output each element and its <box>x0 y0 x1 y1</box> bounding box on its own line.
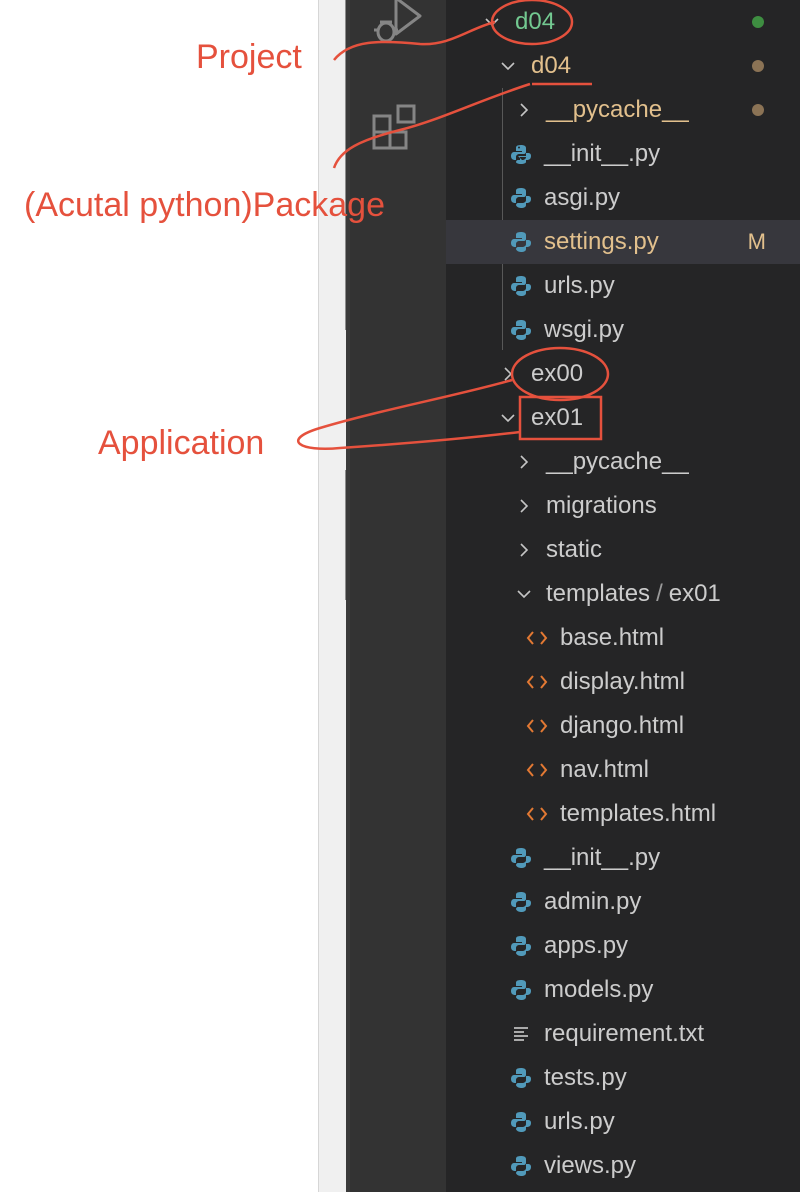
activity-bar <box>346 0 446 1192</box>
folder-label: migrations <box>546 492 657 519</box>
folder-label: d04 <box>531 52 572 79</box>
python-icon <box>508 968 534 1012</box>
tree-folder[interactable]: static <box>446 528 800 572</box>
chevron-right-icon[interactable] <box>512 88 536 132</box>
run-debug-icon[interactable] <box>368 0 424 50</box>
chevron-right-icon[interactable] <box>496 352 520 396</box>
file-label: requirement.txt <box>544 1020 705 1047</box>
git-status-dot <box>752 104 764 116</box>
tree-file[interactable]: base.html <box>446 616 800 660</box>
chevron-down-icon[interactable] <box>512 572 536 616</box>
tree-file[interactable]: wsgi.py <box>446 308 800 352</box>
python-icon <box>508 220 534 264</box>
python-icon <box>508 176 534 220</box>
python-icon <box>508 1100 534 1144</box>
tree-folder-ex01[interactable]: ex01 <box>446 396 800 440</box>
file-label: urls.py <box>544 1108 615 1135</box>
tree-file[interactable]: display.html <box>446 660 800 704</box>
file-label: tests.py <box>544 1064 627 1091</box>
python-icon <box>508 308 534 352</box>
tree-file[interactable]: templates.html <box>446 792 800 836</box>
chevron-right-icon[interactable] <box>512 484 536 528</box>
tree-file[interactable]: apps.py <box>446 924 800 968</box>
editor-gutter <box>318 0 348 1192</box>
chevron-right-icon[interactable] <box>512 440 536 484</box>
python-icon <box>508 132 534 176</box>
tree-file[interactable]: views.py <box>446 1144 800 1188</box>
tree-folder-project[interactable]: d04 <box>446 0 800 44</box>
text-file-icon <box>508 1012 534 1056</box>
tree-file[interactable]: nav.html <box>446 748 800 792</box>
annotation-canvas <box>0 0 318 1192</box>
chevron-down-icon[interactable] <box>496 44 520 88</box>
python-icon <box>508 264 534 308</box>
folder-label: ex00 <box>531 360 584 387</box>
file-label: settings.py <box>544 228 659 255</box>
folder-label: __pycache__ <box>546 96 689 123</box>
tree-file[interactable]: asgi.py <box>446 176 800 220</box>
tree-file[interactable]: __init__.py <box>446 132 800 176</box>
path-separator: / <box>656 580 663 607</box>
html-code-icon <box>524 660 550 704</box>
file-label: templates.html <box>560 800 717 827</box>
activity-bar-accent <box>346 0 350 1192</box>
chevron-down-icon[interactable] <box>480 0 504 44</box>
extensions-icon[interactable] <box>370 100 426 156</box>
html-code-icon <box>524 616 550 660</box>
html-code-icon <box>524 704 550 748</box>
chevron-down-icon[interactable] <box>496 396 520 440</box>
tree-file[interactable]: admin.py <box>446 880 800 924</box>
git-status-dot <box>752 60 764 72</box>
tree-folder-package[interactable]: d04 <box>446 44 800 88</box>
file-label: models.py <box>544 976 654 1003</box>
tree-folder-templates[interactable]: templates / ex01 <box>446 572 800 616</box>
chevron-right-icon[interactable] <box>512 528 536 572</box>
file-label: display.html <box>560 668 685 695</box>
file-label: __init__.py <box>544 140 661 167</box>
file-label: base.html <box>560 624 665 651</box>
file-label: urls.py <box>544 272 615 299</box>
tree-folder[interactable]: migrations <box>446 484 800 528</box>
annotation-project: Project <box>196 38 302 76</box>
tree-folder[interactable]: __pycache__ <box>446 440 800 484</box>
annotation-application: Application <box>98 424 265 462</box>
annotation-package: (Acutal python)Package <box>24 186 385 224</box>
git-status-dot <box>752 16 764 28</box>
python-icon <box>508 1144 534 1188</box>
tree-folder-ex00[interactable]: ex00 <box>446 352 800 396</box>
tree-file[interactable]: urls.py <box>446 1100 800 1144</box>
python-icon <box>508 924 534 968</box>
html-code-icon <box>524 748 550 792</box>
folder-label: ex01 <box>531 404 584 431</box>
file-label: asgi.py <box>544 184 621 211</box>
tree-file[interactable]: __init__.py <box>446 836 800 880</box>
file-label: django.html <box>560 712 685 739</box>
folder-label: ex01 <box>668 580 721 607</box>
python-icon <box>508 1056 534 1100</box>
folder-label: __pycache__ <box>546 448 689 475</box>
tree-folder-pycache[interactable]: __pycache__ <box>446 88 800 132</box>
tree-file[interactable]: requirement.txt <box>446 1012 800 1056</box>
tree-file[interactable]: django.html <box>446 704 800 748</box>
folder-label: d04 <box>515 8 556 35</box>
file-label: nav.html <box>560 756 649 783</box>
tree-file[interactable]: urls.py <box>446 264 800 308</box>
file-label: __init__.py <box>544 844 661 871</box>
folder-label: static <box>546 536 603 563</box>
file-label: wsgi.py <box>544 316 625 343</box>
tree-file[interactable]: tests.py <box>446 1056 800 1100</box>
html-code-icon <box>524 792 550 836</box>
file-label: admin.py <box>544 888 642 915</box>
tree-file-selected[interactable]: settings.py M <box>446 220 800 264</box>
file-label: apps.py <box>544 932 629 959</box>
python-icon <box>508 880 534 924</box>
git-modified-badge: M <box>747 229 766 254</box>
file-label: views.py <box>544 1152 637 1179</box>
python-icon <box>508 836 534 880</box>
folder-label: templates <box>546 580 651 607</box>
tree-file[interactable]: models.py <box>446 968 800 1012</box>
